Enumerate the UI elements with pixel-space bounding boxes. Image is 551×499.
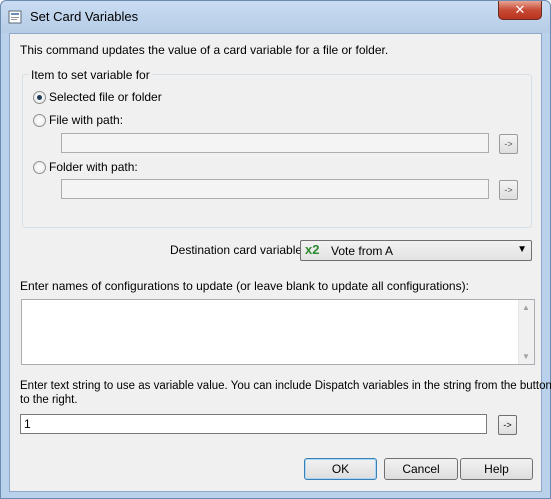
scroll-up-icon[interactable]: ▲ — [522, 303, 530, 312]
destination-selected-value: Vote from A — [331, 244, 394, 258]
insert-variable-button[interactable]: -> — [498, 415, 517, 435]
arrow-right-icon: -> — [504, 185, 513, 195]
radio-file-with-path[interactable] — [33, 114, 46, 127]
chevron-down-icon: ▼ — [517, 244, 527, 255]
title-bar[interactable]: Set Card Variables ✕ — [1, 1, 550, 33]
destination-label: Destination card variable: — [170, 243, 306, 257]
close-icon: ✕ — [514, 2, 526, 17]
ok-button[interactable]: OK — [304, 458, 377, 480]
arrow-right-icon: -> — [503, 420, 512, 430]
file-path-field[interactable] — [61, 133, 489, 153]
cancel-button[interactable]: Cancel — [384, 458, 458, 480]
radio-selected-file-label[interactable]: Selected file or folder — [49, 90, 162, 104]
dialog-body: This command updates the value of a card… — [9, 33, 551, 492]
configurations-textarea[interactable]: ▲ ▼ — [21, 299, 535, 365]
description-text: This command updates the value of a card… — [20, 43, 389, 57]
item-groupbox: Item to set variable for Selected file o… — [22, 68, 532, 228]
window-title: Set Card Variables — [30, 9, 139, 24]
radio-folder-with-path-label[interactable]: Folder with path: — [49, 160, 138, 174]
value-label-line2: to the right. — [20, 394, 78, 406]
destination-variable-dropdown[interactable]: x2 Vote from A ▼ — [300, 240, 532, 261]
dialog-window: Set Card Variables ✕ This command update… — [0, 0, 551, 499]
help-button[interactable]: Help — [460, 458, 533, 480]
configurations-scrollbar[interactable]: ▲ ▼ — [518, 300, 534, 364]
file-path-browse-button[interactable]: -> — [499, 134, 518, 154]
group-legend: Item to set variable for — [29, 68, 152, 82]
radio-selected-file[interactable] — [33, 91, 46, 104]
value-label-line1: Enter text string to use as variable val… — [20, 380, 551, 392]
configurations-label: Enter names of configurations to update … — [20, 279, 469, 293]
variable-value-input[interactable]: 1 — [20, 414, 487, 434]
close-button[interactable]: ✕ — [498, 1, 542, 20]
scroll-down-icon[interactable]: ▼ — [522, 352, 530, 361]
radio-folder-with-path[interactable] — [33, 161, 46, 174]
radio-file-with-path-label[interactable]: File with path: — [49, 113, 123, 127]
folder-path-browse-button[interactable]: -> — [499, 180, 518, 200]
arrow-right-icon: -> — [504, 139, 513, 149]
card-icon — [8, 10, 22, 24]
variable-icon: x2 — [305, 242, 320, 257]
variable-value-text: 1 — [24, 417, 31, 431]
folder-path-field[interactable] — [61, 179, 489, 199]
